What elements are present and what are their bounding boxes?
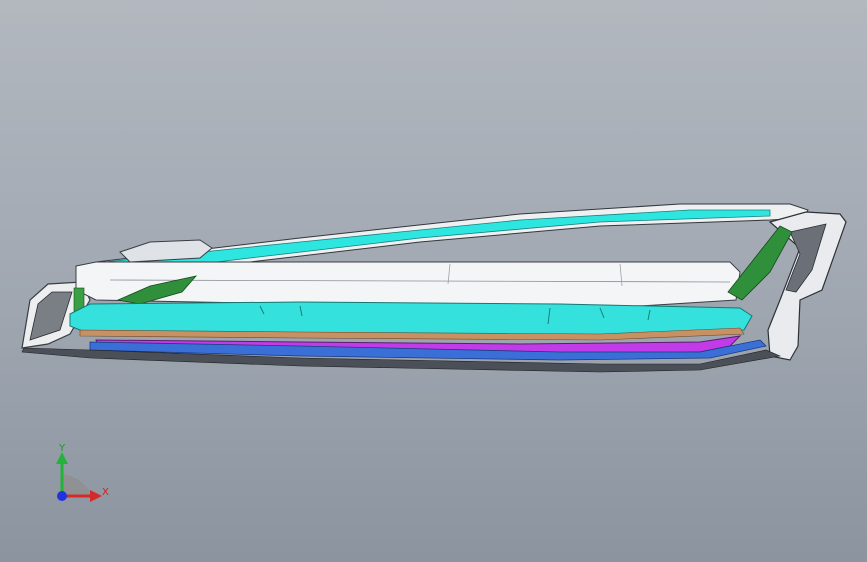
z-axis-dot	[57, 491, 67, 501]
graphics-viewport[interactable]: Y X	[0, 0, 867, 562]
x-axis-arrow	[90, 490, 102, 502]
x-axis-label: X	[102, 487, 109, 498]
green-bracket-front	[727, 225, 793, 301]
cad-model[interactable]	[0, 0, 867, 562]
reference-triad	[56, 452, 102, 502]
triad-plane	[62, 474, 92, 496]
y-axis-label: Y	[59, 443, 66, 454]
